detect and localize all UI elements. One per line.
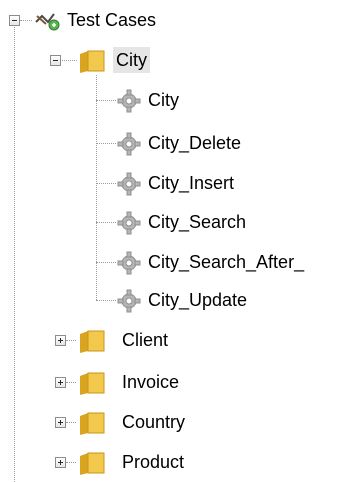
tree-node-test-case[interactable]: City_Delete [0, 126, 340, 160]
tree-node-test-case[interactable]: City_Search_After_ [0, 245, 340, 279]
tree-connector [96, 183, 116, 184]
tree-node-label: City_Update [148, 290, 248, 310]
tree-node-test-case[interactable]: City_Update [0, 283, 340, 317]
tree-node-country-folder[interactable]: Country [0, 405, 340, 439]
tree-connector [96, 300, 116, 301]
expand-toggle[interactable] [55, 417, 66, 428]
tree-node-city-folder[interactable]: City [0, 43, 340, 77]
tree-node-test-case[interactable]: City [0, 83, 340, 117]
tree-connector [96, 100, 116, 101]
test-case-tree: Test Cases City City City_Delete City_In… [0, 0, 340, 482]
tree-node-label: City [113, 47, 150, 73]
tree-node-test-case[interactable]: City_Insert [0, 166, 340, 200]
tree-connector [66, 462, 76, 463]
tree-connector [66, 422, 76, 423]
tree-node-label: City_Search_After_ [148, 252, 305, 272]
tree-connector [96, 143, 116, 144]
tree-node-label: Country [122, 412, 186, 432]
folder-icon [80, 452, 105, 475]
tree-node-test-case[interactable]: City_Search [0, 205, 340, 239]
tree-connector [66, 340, 76, 341]
folder-icon [80, 330, 105, 353]
gear-icon [117, 251, 141, 275]
gear-icon [117, 172, 141, 196]
folder-icon [80, 50, 105, 73]
tree-node-label: City_Insert [148, 173, 235, 193]
tree-node-label: Client [122, 330, 169, 350]
collapse-toggle[interactable] [50, 55, 61, 66]
expand-toggle[interactable] [55, 377, 66, 388]
tree-connector [96, 222, 116, 223]
tree-node-label: City_Search [148, 212, 247, 232]
tree-node-client-folder[interactable]: Client [0, 323, 340, 357]
tree-node-label: City [148, 90, 179, 110]
tree-node-product-folder[interactable]: Product [0, 445, 340, 479]
tree-connector [96, 262, 116, 263]
expand-toggle[interactable] [55, 335, 66, 346]
tree-node-label: Product [122, 452, 185, 472]
expand-toggle[interactable] [55, 457, 66, 468]
tree-connector [66, 382, 76, 383]
tree-node-label: Test Cases [67, 10, 157, 30]
tree-node-label: City_Delete [148, 133, 242, 153]
gear-icon [117, 289, 141, 313]
gear-icon [117, 211, 141, 235]
tree-node-label: Invoice [122, 372, 180, 392]
folder-icon [80, 412, 105, 435]
folder-icon [80, 372, 105, 395]
gear-icon [117, 132, 141, 156]
gear-icon [117, 89, 141, 113]
test-cases-icon [35, 13, 60, 31]
collapse-toggle[interactable] [9, 15, 20, 26]
tree-node-invoice-folder[interactable]: Invoice [0, 365, 340, 399]
tree-node-test-cases[interactable]: Test Cases [0, 3, 340, 37]
